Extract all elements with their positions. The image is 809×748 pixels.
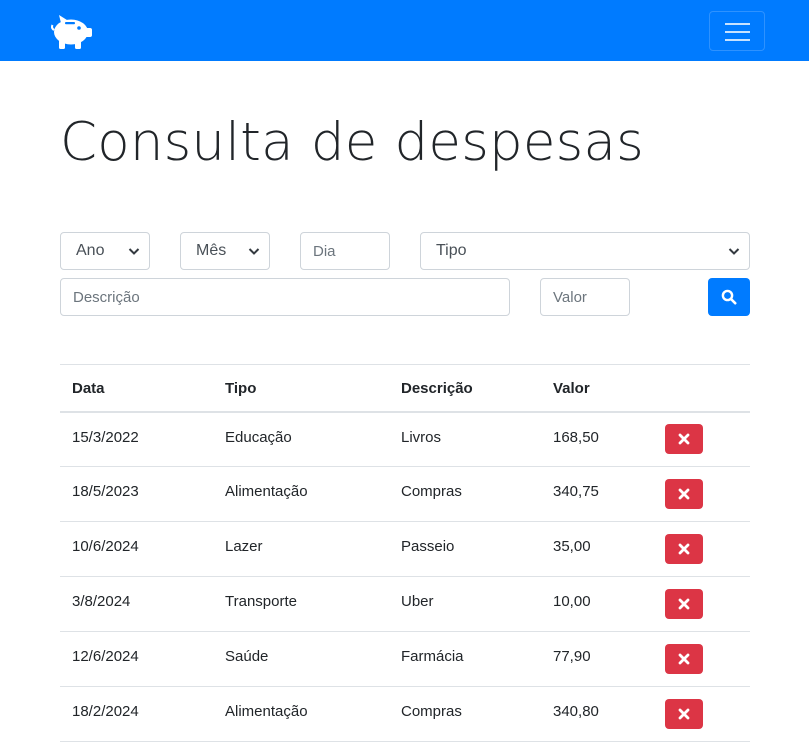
descricao-placeholder: Descrição xyxy=(73,288,140,306)
ano-select-value: Ano xyxy=(76,242,105,259)
cell-actions xyxy=(653,412,750,467)
table-row: 15/3/2022 Educação Livros 168,50 xyxy=(60,412,750,467)
cell-data: 18/5/2023 xyxy=(72,483,139,500)
cell-actions xyxy=(653,687,750,742)
cell-valor: 340,75 xyxy=(553,483,599,500)
cell-descricao: Passeio xyxy=(401,538,455,555)
table-row: 12/6/2024 Saúde Farmácia 77,90 xyxy=(60,632,750,687)
cell-valor: 168,50 xyxy=(553,428,599,446)
delete-button[interactable] xyxy=(665,424,703,455)
cell-valor: 77,90 xyxy=(553,648,591,665)
ano-select[interactable]: Ano xyxy=(60,232,150,270)
header-actions xyxy=(653,365,750,412)
delete-button[interactable] xyxy=(665,479,703,509)
tipo-select-value: Tipo xyxy=(436,242,467,259)
cell-data: 3/8/2024 xyxy=(72,593,131,610)
cell-tipo: Saúde xyxy=(225,648,269,665)
dia-input[interactable]: Dia xyxy=(300,232,390,270)
close-icon xyxy=(678,543,690,555)
cell-data: 12/6/2024 xyxy=(72,648,139,665)
search-icon xyxy=(721,289,737,305)
header-tipo: Tipo xyxy=(225,380,257,398)
valor-placeholder: Valor xyxy=(553,288,587,306)
cell-data: 10/6/2024 xyxy=(72,538,139,555)
cell-actions xyxy=(653,467,750,522)
close-icon xyxy=(678,653,690,665)
cell-tipo: Alimentação xyxy=(225,483,308,500)
close-icon xyxy=(678,708,690,720)
cell-descricao: Farmácia xyxy=(401,648,464,665)
header-valor: Valor xyxy=(553,380,590,398)
descricao-input[interactable]: Descrição xyxy=(60,278,510,316)
chevron-down-icon xyxy=(728,248,740,255)
cell-actions xyxy=(653,577,750,632)
cell-descricao: Compras xyxy=(401,483,462,500)
chevron-down-icon xyxy=(248,248,260,255)
close-icon xyxy=(678,598,690,610)
close-icon xyxy=(678,433,690,445)
piggy-bank-icon[interactable] xyxy=(50,12,94,50)
cell-data: 15/3/2022 xyxy=(72,428,139,446)
page-title: Consulta de despesas xyxy=(60,112,644,173)
table-row: 3/8/2024 Transporte Uber 10,00 xyxy=(60,577,750,632)
cell-descricao: Compras xyxy=(401,703,462,720)
cell-valor: 10,00 xyxy=(553,593,591,610)
table-row: 18/5/2023 Alimentação Compras 340,75 xyxy=(60,467,750,522)
cell-actions xyxy=(653,522,750,577)
cell-tipo: Alimentação xyxy=(225,703,308,720)
valor-input[interactable]: Valor xyxy=(540,278,630,316)
hamburger-menu-button[interactable] xyxy=(709,11,765,51)
close-icon xyxy=(678,488,690,500)
cell-tipo: Lazer xyxy=(225,538,263,555)
search-button[interactable] xyxy=(708,278,750,316)
delete-button[interactable] xyxy=(665,589,703,619)
chevron-down-icon xyxy=(128,248,140,255)
header-descricao: Descrição xyxy=(401,380,473,398)
cell-valor: 340,80 xyxy=(553,703,599,720)
tipo-select[interactable]: Tipo xyxy=(420,232,750,270)
cell-actions xyxy=(653,632,750,687)
mes-select[interactable]: Mês xyxy=(180,232,270,270)
cell-tipo: Transporte xyxy=(225,593,297,610)
dia-placeholder: Dia xyxy=(313,242,336,260)
delete-button[interactable] xyxy=(665,644,703,674)
delete-button[interactable] xyxy=(665,534,703,564)
cell-data: 18/2/2024 xyxy=(72,703,139,720)
cell-valor: 35,00 xyxy=(553,538,591,555)
expenses-table: Data Tipo Descrição Valor 15/3/2022 Educa… xyxy=(60,364,750,742)
table-header-row: Data Tipo Descrição Valor xyxy=(60,364,750,412)
table-row: 18/2/2024 Alimentação Compras 340,80 xyxy=(60,687,750,742)
cell-descricao: Uber xyxy=(401,593,434,610)
header-data: Data xyxy=(72,380,105,398)
table-row: 10/6/2024 Lazer Passeio 35,00 xyxy=(60,522,750,577)
navbar xyxy=(0,0,809,61)
cell-descricao: Livros xyxy=(401,428,442,446)
delete-button[interactable] xyxy=(665,699,703,729)
cell-tipo: Educação xyxy=(225,428,292,446)
mes-select-value: Mês xyxy=(196,242,227,259)
